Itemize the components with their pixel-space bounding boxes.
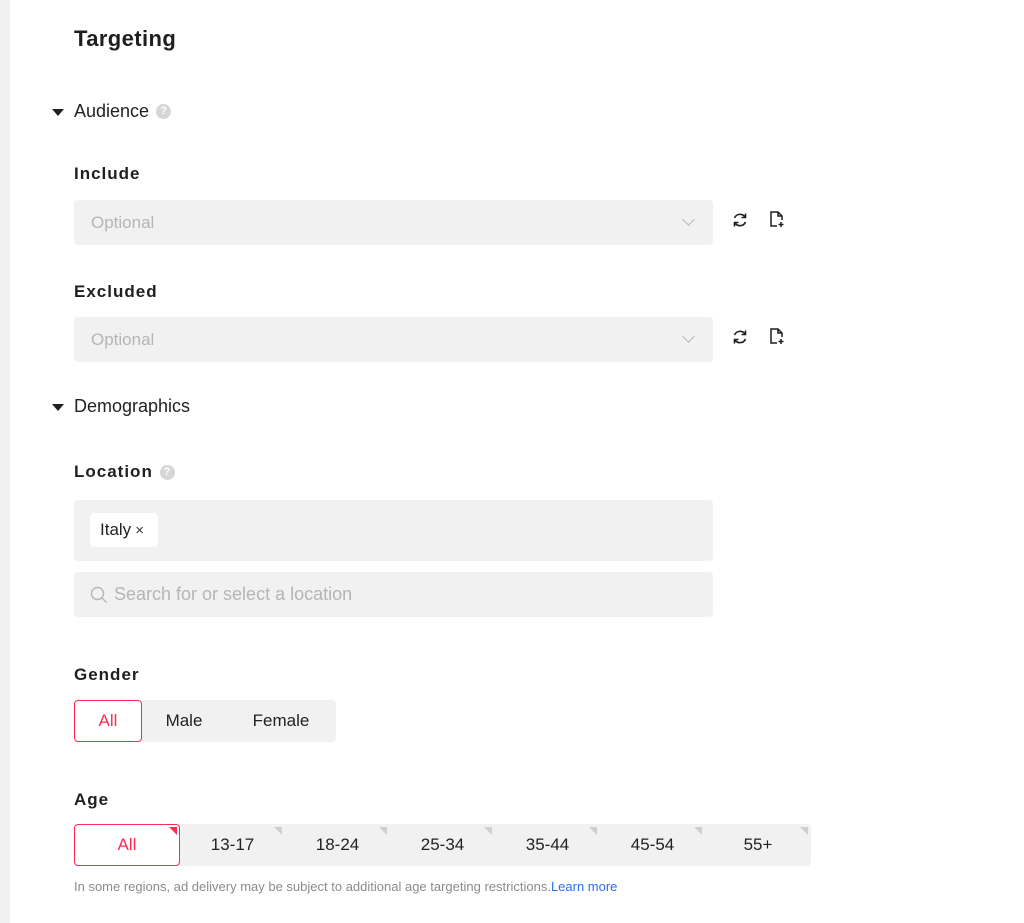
page-title: Targeting [74,26,177,51]
age-selector: All 13-17 18-24 25-34 35-44 45-54 55+ [74,824,811,866]
chevron-down-icon [682,213,695,226]
age-option-label: 18-24 [315,835,360,854]
gender-option-male[interactable]: Male [142,700,226,742]
excluded-label: Excluded [74,282,158,301]
refresh-icon[interactable] [730,327,750,347]
demographics-section-label: Demographics [74,396,191,416]
corner-marker-icon [484,827,492,835]
age-option-13-17[interactable]: 13-17 [180,824,285,866]
location-label-text: Location [74,462,153,481]
location-label: Location ? [74,462,175,482]
corner-marker-icon [589,827,597,835]
age-option-label: 13-17 [210,835,255,854]
audience-section-label: Audience [74,101,150,121]
question-circle-icon[interactable]: ? [156,104,172,119]
selected-locations-box: Italy × [74,500,713,561]
gender-option-female[interactable]: Female [226,700,336,742]
age-option-25-34[interactable]: 25-34 [390,824,495,866]
search-icon [90,586,107,603]
age-option-label: All [117,835,137,854]
age-option-all[interactable]: All [74,824,180,866]
age-label: Age [74,790,110,809]
file-add-icon[interactable] [767,209,787,229]
gender-option-all[interactable]: All [74,700,142,742]
excluded-select[interactable]: Optional [74,317,713,362]
age-option-label: 25-34 [420,835,465,854]
learn-more-link[interactable]: Learn more [551,879,617,894]
corner-marker-icon [379,827,387,835]
file-add-icon[interactable] [767,326,787,346]
caret-down-icon [52,109,64,116]
location-search-input[interactable] [114,584,694,605]
age-restriction-text: In some regions, ad delivery may be subj… [74,879,551,894]
age-option-label: 35-44 [525,835,570,854]
age-option-18-24[interactable]: 18-24 [285,824,390,866]
age-option-label: 55+ [743,835,773,854]
corner-marker-icon [274,827,282,835]
location-chip-label: Italy [100,520,132,539]
audience-section-toggle[interactable]: Audience ? [52,101,172,122]
corner-marker-icon [169,827,177,835]
age-option-55-plus[interactable]: 55+ [705,824,811,866]
left-panel-edge [0,0,10,923]
location-chip: Italy × [90,513,158,547]
demographics-section-toggle[interactable]: Demographics [52,396,190,417]
question-circle-icon[interactable]: ? [159,464,175,480]
include-select[interactable]: Optional [74,200,713,245]
location-search[interactable] [74,572,713,617]
include-label: Include [74,164,141,183]
corner-marker-icon [800,827,808,835]
remove-icon[interactable]: × [135,522,144,539]
age-option-45-54[interactable]: 45-54 [600,824,705,866]
excluded-placeholder: Optional [91,329,155,349]
chevron-down-icon [682,330,695,343]
corner-marker-icon [694,827,702,835]
include-placeholder: Optional [91,212,155,232]
gender-selector: All Male Female [74,700,336,742]
age-restriction-note: In some regions, ad delivery may be subj… [74,879,617,894]
refresh-icon[interactable] [730,210,750,230]
caret-down-icon [52,404,64,411]
age-option-label: 45-54 [630,835,675,854]
age-option-35-44[interactable]: 35-44 [495,824,600,866]
gender-label: Gender [74,665,140,684]
